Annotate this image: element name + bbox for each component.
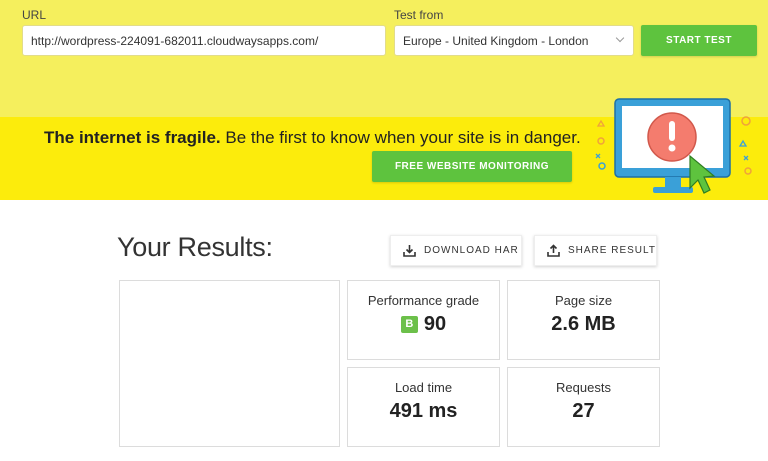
page-size-value: 2.6 MB <box>551 313 616 335</box>
monitor-neck <box>665 177 681 187</box>
start-test-button[interactable]: START TEST <box>641 25 757 56</box>
performance-grade-card: Performance grade B 90 <box>347 280 500 360</box>
confetti-circle <box>744 167 752 175</box>
chevron-down-icon <box>615 33 625 43</box>
free-website-monitoring-button[interactable]: FREE WEBSITE MONITORING <box>372 151 572 182</box>
requests-card: Requests 27 <box>507 367 660 447</box>
alert-exclamation-dot <box>668 144 676 152</box>
test-from-select[interactable]: Europe - United Kingdom - London <box>394 25 634 56</box>
load-time-value: 491 ms <box>389 400 458 422</box>
page-size-card: Page size 2.6 MB <box>507 280 660 360</box>
confetti-triangle <box>596 119 606 127</box>
url-input-value: http://wordpress-224091-682011.cloudways… <box>31 33 319 48</box>
requests-value: 27 <box>572 400 595 422</box>
confetti-circle <box>597 137 605 145</box>
free-website-monitoring-label: FREE WEBSITE MONITORING <box>394 161 550 172</box>
banner-headline-bold: The internet is fragile. <box>44 128 221 147</box>
performance-grade-label: Performance grade <box>367 293 480 308</box>
monitor-stand <box>653 187 693 193</box>
share-result-label: SHARE RESULT <box>568 245 656 256</box>
download-har-label: DOWNLOAD HAR <box>424 245 519 256</box>
load-time-label: Load time <box>394 380 453 395</box>
confetti-triangle <box>738 139 748 147</box>
test-from-value: Europe - United Kingdom - London <box>403 33 589 48</box>
requests-label: Requests <box>556 380 611 395</box>
download-icon <box>403 245 416 257</box>
confetti-cross <box>595 153 601 159</box>
url-input[interactable]: http://wordpress-224091-682011.cloudways… <box>22 25 386 56</box>
share-icon <box>547 244 560 257</box>
page-size-label: Page size <box>554 293 613 308</box>
url-label: URL <box>22 8 47 22</box>
monitor-alert-illustration <box>595 98 752 194</box>
banner-headline: The internet is fragile. Be the first to… <box>44 128 581 148</box>
start-test-label: START TEST <box>666 35 732 46</box>
banner-headline-rest: Be the first to know when your site is i… <box>220 128 581 147</box>
results-title: Your Results: <box>117 232 273 262</box>
download-har-button[interactable]: DOWNLOAD HAR <box>390 235 522 266</box>
confetti-circle <box>741 116 751 126</box>
performance-grade-value-row: B 90 <box>348 313 499 336</box>
confetti-circle <box>598 162 606 170</box>
performance-grade-value: 90 <box>423 313 447 335</box>
page-screenshot-thumbnail <box>119 280 340 447</box>
test-from-label: Test from <box>394 8 444 22</box>
load-time-card: Load time 491 ms <box>347 367 500 447</box>
confetti-cross <box>743 155 749 161</box>
alert-exclamation-bar <box>669 121 675 141</box>
grade-badge: B <box>400 316 418 333</box>
share-result-button[interactable]: SHARE RESULT <box>534 235 657 266</box>
